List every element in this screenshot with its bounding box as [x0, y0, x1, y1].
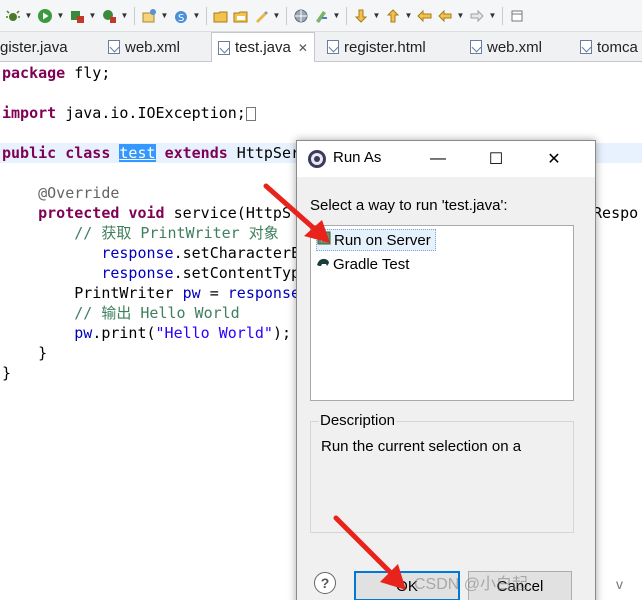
open-task-dropdown-icon[interactable]: ▼ [272, 11, 281, 20]
open-type-icon[interactable] [212, 7, 229, 24]
previous-annotation-dropdown-icon[interactable]: ▼ [404, 11, 413, 20]
tab-label: register.html [344, 38, 426, 56]
description-label: Description [319, 412, 397, 429]
dialog-prompt: Select a way to run 'test.java': [310, 197, 508, 214]
debug-icon[interactable] [4, 7, 21, 24]
debug-dropdown-icon[interactable]: ▼ [24, 11, 33, 20]
xml-file-icon [470, 40, 482, 54]
new-java-package-icon[interactable]: S [172, 7, 189, 24]
open-folder-icon[interactable] [232, 7, 249, 24]
selected-text: test [119, 144, 156, 162]
xml-file-icon [108, 40, 120, 54]
open-task-icon[interactable] [252, 7, 269, 24]
toolbar-separator [346, 6, 347, 25]
close-icon[interactable]: ✕ [298, 41, 308, 55]
last-edit-location-icon[interactable] [416, 7, 433, 24]
tab-label: test.java [235, 39, 291, 56]
code-line-12: PrintWriter pw = response [74, 284, 301, 302]
new-java-project-icon[interactable] [140, 7, 157, 24]
tab-tomcat[interactable]: tomca [580, 32, 638, 62]
list-item-run-on-server[interactable]: Run on Server [316, 229, 436, 251]
next-annotation-dropdown-icon[interactable]: ▼ [372, 11, 381, 20]
back-icon[interactable] [436, 7, 453, 24]
description-group: Description Run the current selection on… [310, 412, 574, 533]
tab-web-xml[interactable]: web.xml [108, 32, 180, 62]
list-item-label: Gradle Test [333, 255, 410, 273]
html-file-icon [327, 40, 339, 54]
close-button[interactable]: ✕ [531, 141, 577, 177]
code-line-3: import java.io.IOException; [2, 103, 256, 123]
toolbar-separator [134, 6, 135, 25]
watermark: CSDN @小白起 [414, 576, 529, 593]
margin-mark: v [616, 576, 623, 592]
tab-register-java[interactable]: gister.java [0, 32, 68, 62]
run-options-list[interactable]: Run on Server Gradle Test [310, 225, 574, 401]
previous-annotation-icon[interactable] [384, 7, 401, 24]
tab-register-html[interactable]: register.html [327, 32, 426, 62]
code-line-1: package fly; [2, 64, 111, 82]
forward-icon[interactable] [468, 7, 485, 24]
run-as-dialog: Run As — ☐ ✕ Select a way to run 'test.j… [296, 140, 596, 600]
code-line-15: } [38, 344, 48, 362]
run-icon[interactable] [36, 7, 53, 24]
editor-tab-bar: gister.java web.xml test.java ✕ register… [0, 32, 642, 63]
dialog-titlebar[interactable]: Run As — ☐ ✕ [297, 141, 595, 177]
tab-label: web.xml [125, 38, 181, 56]
eclipse-icon [307, 149, 327, 169]
server-run-icon [317, 231, 331, 249]
xml-file-icon [580, 40, 592, 54]
toolbar-separator [206, 6, 207, 25]
new-java-package-dropdown-icon[interactable]: ▼ [192, 11, 201, 20]
minimize-button[interactable]: — [415, 141, 461, 177]
next-annotation-icon[interactable] [352, 7, 369, 24]
description-text: Run the current selection on a [321, 438, 522, 455]
code-line-16: } [2, 364, 12, 382]
code-line-14: pw.print("Hello World"); [74, 324, 291, 342]
run-dropdown-icon[interactable]: ▼ [56, 11, 65, 20]
code-line-11: response.setContentTyp [101, 264, 301, 282]
tab-test-java[interactable]: test.java ✕ [211, 32, 315, 63]
back-dropdown-icon[interactable]: ▼ [456, 11, 465, 20]
folded-region-marker[interactable] [245, 106, 256, 121]
list-item-label: Run on Server [334, 231, 431, 249]
tab-label: tomca [597, 38, 638, 56]
maximize-button[interactable]: ☐ [473, 141, 519, 177]
tab-web-xml-2[interactable]: web.xml [470, 32, 542, 62]
code-line-13: // 输出 Hello World [74, 304, 240, 322]
gradle-icon [316, 255, 330, 273]
code-line-7: @Override [38, 184, 120, 202]
code-line-10: response.setCharacterE [101, 244, 301, 262]
list-item-gradle-test[interactable]: Gradle Test [316, 253, 413, 275]
main-toolbar: ▼ ▼ ▼ ▼ ▼ S ▼ ▼ ▼ ▼ ▼ ▼ ▼ [0, 0, 642, 32]
coverage-icon[interactable] [68, 7, 85, 24]
new-java-project-dropdown-icon[interactable]: ▼ [160, 11, 169, 20]
forward-dropdown-icon[interactable]: ▼ [488, 11, 497, 20]
java-file-icon [218, 40, 230, 55]
external-tools-dropdown-icon[interactable]: ▼ [120, 11, 129, 20]
coverage-dropdown-icon[interactable]: ▼ [88, 11, 97, 20]
pin-editor-icon[interactable] [508, 7, 525, 24]
svg-text:S: S [178, 13, 184, 24]
external-tools-icon[interactable] [100, 7, 117, 24]
dialog-title: Run As [333, 149, 382, 166]
tab-label: gister.java [0, 38, 68, 56]
code-line-5: public class test extends HttpSer [2, 144, 301, 162]
code-line-9: // 获取 PrintWriter 对象 [74, 224, 279, 242]
help-button[interactable]: ? [314, 572, 336, 594]
toolbar-separator [286, 6, 287, 25]
edit-marker-icon[interactable] [312, 7, 329, 24]
tab-label: web.xml [487, 38, 543, 56]
toolbar-separator [502, 6, 503, 25]
code-line-8: protected void service(HttpS [38, 204, 291, 222]
edit-marker-dropdown-icon[interactable]: ▼ [332, 11, 341, 20]
browser-icon[interactable] [292, 7, 309, 24]
